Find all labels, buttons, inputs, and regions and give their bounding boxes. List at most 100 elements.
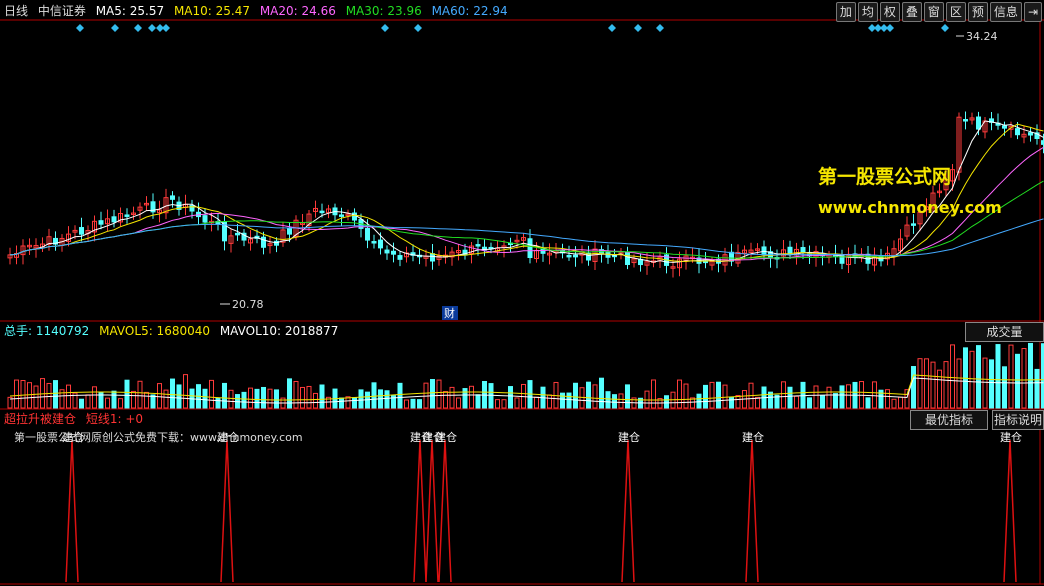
mavol5-value: MAVOL5: 1680040 <box>99 324 210 338</box>
volume-bar <box>891 398 897 409</box>
toolbar-window-button[interactable]: 窗 <box>923 2 944 22</box>
volume-bar <box>937 369 942 409</box>
volume-bar <box>1015 353 1020 409</box>
candle-body <box>540 248 546 254</box>
volume-button[interactable]: 成交量 <box>965 322 1044 342</box>
volume-bar <box>495 399 500 409</box>
candle-body <box>638 258 643 266</box>
toolbar-range-button[interactable]: 区 <box>945 2 966 22</box>
signal-spike <box>1003 439 1017 583</box>
volume-bar <box>176 384 182 409</box>
signal-diamond-icon <box>634 24 642 32</box>
volume-bar <box>456 397 461 409</box>
volume-bar <box>729 396 734 409</box>
volume-bar <box>183 374 188 409</box>
volume-bar <box>755 396 760 409</box>
volume-bar <box>566 392 572 409</box>
volume-bar <box>605 391 611 409</box>
price-header: 日线 中信证券 MA5: 25.57 MA10: 25.47 MA20: 24.… <box>4 3 514 19</box>
signal-diamond-icon <box>656 24 664 32</box>
toolbar-forecast-button[interactable]: 预 <box>967 2 988 22</box>
candle-body <box>1015 128 1020 136</box>
candle-body <box>235 232 240 236</box>
volume-bar <box>469 385 474 409</box>
volume-bar <box>449 386 455 409</box>
candle-body <box>397 255 403 260</box>
candle-body <box>319 210 325 214</box>
volume-bar <box>586 381 591 409</box>
volume-bar <box>66 384 71 409</box>
moving-average-line <box>9 120 1044 263</box>
volume-bar <box>696 393 702 409</box>
volume-bar <box>547 394 552 409</box>
volume-bar <box>807 397 812 409</box>
candle-body <box>976 116 981 130</box>
volume-bar <box>1021 348 1027 409</box>
toolbar-add-button[interactable]: 加 <box>835 2 856 22</box>
volume-bar <box>508 386 513 409</box>
toolbar-rights-button[interactable]: 权 <box>879 2 900 22</box>
toolbar-info-button[interactable]: 信息 <box>989 2 1022 22</box>
indicator-help-button[interactable]: 指标说明 <box>992 410 1044 430</box>
toolbar-average-button[interactable]: 均 <box>857 2 878 22</box>
candle-body <box>371 241 377 244</box>
signal-spike <box>65 439 79 583</box>
candle-body <box>111 216 117 223</box>
volume-bar <box>917 358 923 409</box>
candle-body <box>170 195 175 200</box>
volume-bar <box>885 389 890 409</box>
signal-spike <box>745 439 759 583</box>
signal-spike <box>425 439 439 583</box>
toolbar-expand-icon[interactable]: ⇥ <box>1023 2 1042 22</box>
volume-bar <box>514 397 520 409</box>
volume-bar <box>254 388 260 409</box>
volume-bar <box>170 378 175 409</box>
volume-bar <box>20 380 26 409</box>
ma5-value: MA5: 25.57 <box>95 4 165 18</box>
signal-spike <box>220 439 234 583</box>
ma60-value: MA60: 22.94 <box>431 4 508 18</box>
candle-body <box>911 223 916 226</box>
volume-bar <box>124 379 130 409</box>
volume-bar <box>865 397 871 409</box>
candle-body <box>430 253 435 262</box>
candle-body <box>527 238 533 259</box>
toolbar-overlay-button[interactable]: 叠 <box>901 2 922 22</box>
volume-bar <box>313 392 318 409</box>
candle-body <box>391 250 396 255</box>
candle-body <box>202 215 208 223</box>
signal-spike <box>438 439 452 583</box>
volume-bar <box>384 390 390 409</box>
candle-body <box>378 239 383 249</box>
volume-bar <box>722 384 728 409</box>
ma30-value: MA30: 23.96 <box>345 4 422 18</box>
volume-bar <box>14 379 19 409</box>
volume-bar <box>462 388 468 409</box>
volume-bar <box>872 381 877 409</box>
signal-diamond-icon <box>608 24 616 32</box>
signal-label: 建仓 <box>742 430 764 444</box>
volume-bar <box>651 379 656 409</box>
volume-bar <box>683 383 689 409</box>
candle-body <box>625 252 630 265</box>
moving-average-line <box>9 123 1044 263</box>
low-price-label: 20.78 <box>232 298 264 311</box>
signal-diamond-icon <box>148 24 156 32</box>
volume-bar <box>228 389 234 409</box>
volume-bar <box>1034 368 1040 409</box>
volume-bar <box>267 388 273 409</box>
signal-diamond-icon <box>111 24 119 32</box>
best-indicator-button[interactable]: 最优指标 <box>910 410 988 430</box>
kline-chart[interactable]: 34.2420.78财建仓 建仓 建仓建仓建仓 建仓 建仓 建仓 <box>0 0 1044 586</box>
candle-body <box>287 228 292 235</box>
candle-body <box>1028 132 1033 136</box>
volume-bar <box>709 381 715 409</box>
volume-bar <box>703 384 708 409</box>
volume-bar <box>293 380 299 409</box>
event-badge-label: 财 <box>444 306 455 320</box>
mavol10-value: MAVOL10: 2018877 <box>219 324 339 338</box>
volume-total: 总手: 1140792 <box>4 324 90 338</box>
volume-bar <box>163 389 169 409</box>
volume-bar <box>397 382 403 409</box>
volume-bar <box>53 380 58 409</box>
